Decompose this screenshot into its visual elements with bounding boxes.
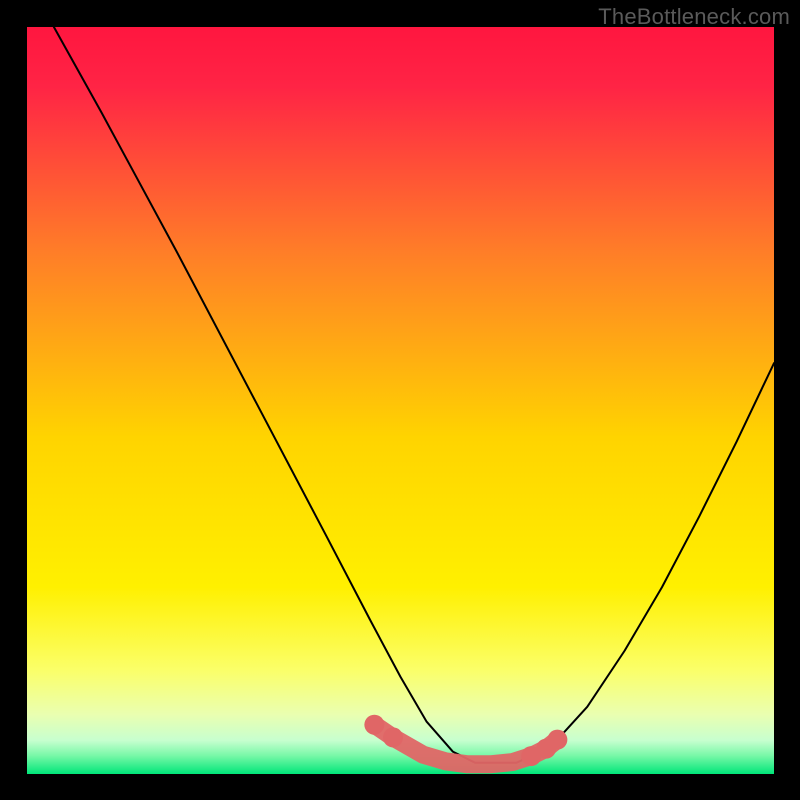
highlight-dot [383, 727, 403, 747]
watermark-text: TheBottleneck.com [598, 4, 790, 30]
highlight-dot [547, 730, 567, 750]
gradient-background [27, 27, 774, 774]
chart-svg [27, 27, 774, 774]
highlight-dot [364, 715, 384, 735]
chart-plot-area [27, 27, 774, 774]
